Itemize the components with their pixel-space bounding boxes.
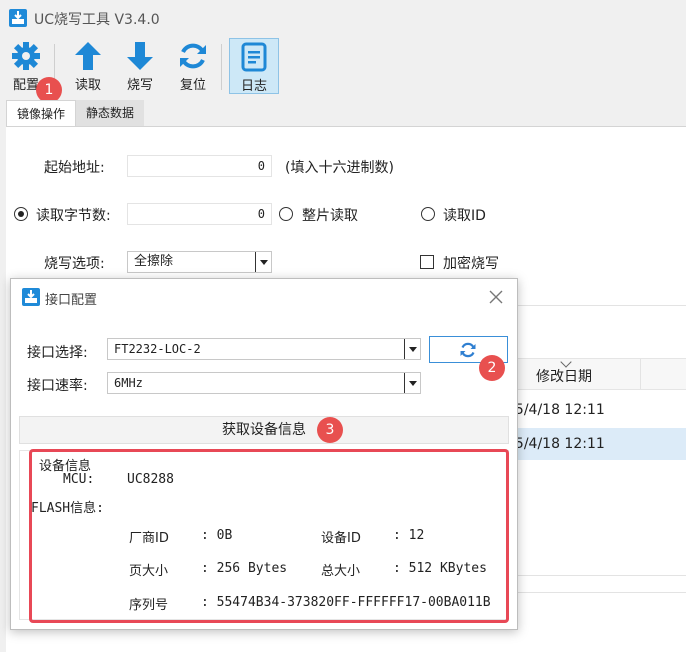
chevron-down-icon [404,373,420,393]
annotation-badge-3: 3 [317,417,343,443]
port-speed-dropdown[interactable]: 6MHz [107,372,421,394]
refresh-icon [460,342,476,358]
arrow-down-icon [127,42,153,70]
hex-hint: (填入十六进制数) [285,160,394,176]
app-icon [8,8,28,28]
column-divider [640,359,641,389]
burn-button[interactable]: 烧写 [118,40,162,94]
read-bytes-radio[interactable] [14,207,28,221]
port-speed-value: 6MHz [114,376,143,390]
encrypt-burn-checkbox[interactable] [420,255,434,269]
encrypt-burn-label: 加密烧写 [443,256,499,272]
port-select-label: 接口选择: [27,345,88,361]
read-button[interactable]: 读取 [66,40,110,94]
burn-option-value: 全擦除 [134,254,174,269]
toolbar-separator [221,44,222,90]
log-button[interactable]: 日志 [229,38,279,94]
read-bytes-label: 读取字节数: [36,208,111,224]
log-icon [241,42,267,72]
dialog-app-icon [21,287,41,307]
start-address-input[interactable]: 0 [127,155,272,177]
port-select-value: FT2232-LOC-2 [114,342,201,356]
reset-label: 复位 [179,78,206,93]
modified-date-column-header[interactable]: 修改日期 [536,366,592,386]
tab-mirror-operation[interactable]: 镜像操作 [6,100,77,127]
get-device-info-button[interactable]: 获取设备信息 [19,416,509,444]
refresh-icon [180,43,206,69]
read-id-label: 读取ID [443,208,486,224]
read-label: 读取 [74,78,101,93]
port-speed-label: 接口速率: [27,378,88,394]
port-config-dialog: 接口配置 接口选择: FT2232-LOC-2 接口速率: 6MHz 获取设备信… [10,278,518,630]
file-list-header: 修改日期 [506,356,686,390]
burn-label: 烧写 [126,78,153,93]
read-id-radio[interactable] [421,207,435,221]
read-bytes-input[interactable]: 0 [127,203,272,225]
gear-icon [12,42,40,70]
chevron-down-icon [404,339,420,359]
full-chip-read-radio[interactable] [279,207,293,221]
tab-static-data[interactable]: 静态数据 [76,100,145,126]
chevron-down-icon [255,252,271,272]
full-chip-read-label: 整片读取 [302,208,358,224]
list-item[interactable]: 25/4/18 12:11 [506,428,686,460]
divider [506,592,686,593]
dialog-title-bar: 接口配置 [11,279,517,315]
annotation-highlight-frame [29,449,509,623]
annotation-badge-2: 2 [479,355,505,381]
burn-option-label: 烧写选项: [44,256,105,272]
reset-button[interactable]: 复位 [171,40,215,94]
arrow-up-icon [75,42,101,70]
log-label: 日志 [240,79,267,94]
port-select-dropdown[interactable]: FT2232-LOC-2 [107,338,421,360]
dialog-title: 接口配置 [45,293,98,308]
title-bar: UC烧写工具 V3.4.0 [0,0,686,36]
start-address-label: 起始地址: [44,160,105,176]
divider [506,575,686,576]
close-icon[interactable] [487,288,505,306]
list-item[interactable]: 25/4/18 12:11 [506,394,686,426]
window-title: UC烧写工具 V3.4.0 [34,12,160,28]
burn-option-select[interactable]: 全擦除 [127,251,272,273]
